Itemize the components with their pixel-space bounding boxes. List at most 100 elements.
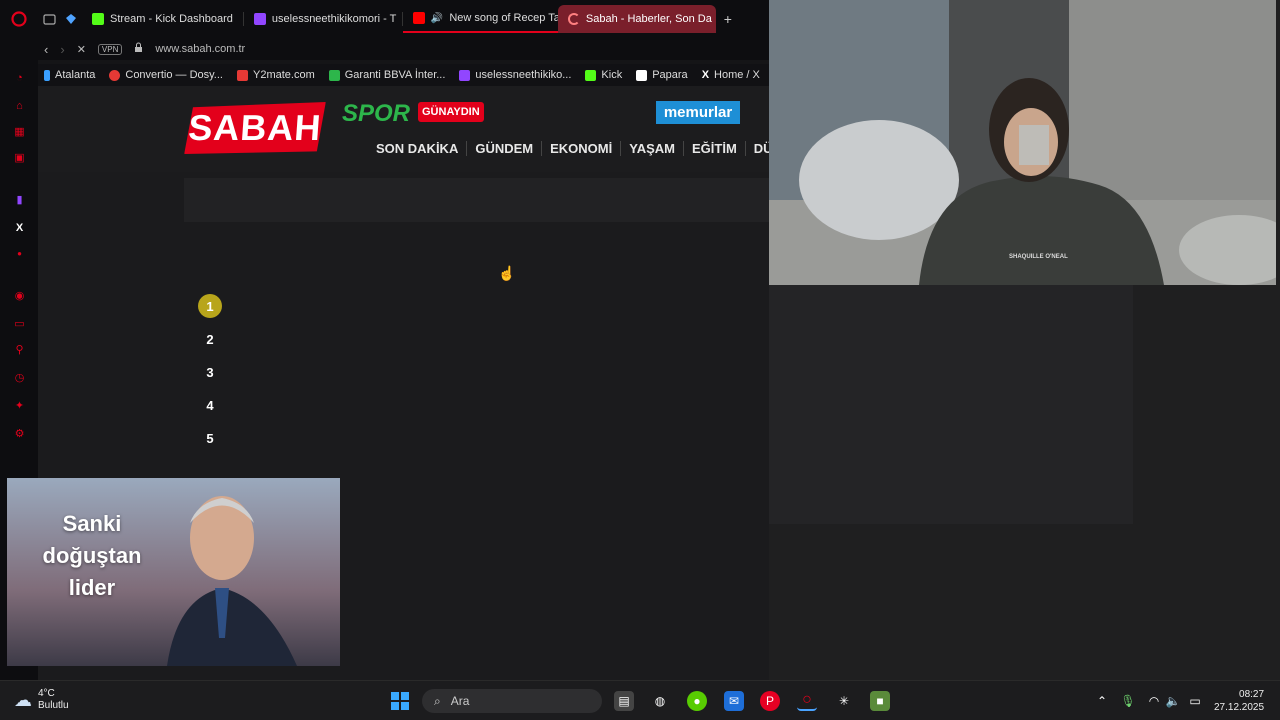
bookmark-item[interactable]: Atalanta [44,69,95,81]
url-field[interactable]: www.sabah.com.tr [155,43,245,55]
promo-text: Sanki doğuştan lider [42,511,142,600]
bookmark-item[interactable]: Papara [636,69,688,81]
opera-logo-icon[interactable] [0,9,38,29]
workspaces-icon[interactable] [38,13,60,25]
pinterest-icon[interactable]: P [760,691,780,711]
list-number[interactable]: 1 [198,294,222,318]
tab-label: Sabah - Haberler, Son Da [585,13,712,25]
pin-icon[interactable]: ⚲ [12,342,27,357]
atalanta-icon [44,69,50,81]
x-icon[interactable]: X [12,220,27,235]
battery-icon[interactable]: ▭ [1185,691,1205,711]
tray-chevron-up-icon[interactable]: ⌃ [1092,691,1112,711]
y2mate-icon [236,69,248,81]
back-icon[interactable]: ‹ [44,42,48,57]
aria-icon[interactable]: ◔ [12,70,27,85]
clock-time: 08:27 [1239,689,1265,700]
promo-overlay: Sanki doğuştan lider [7,478,340,666]
bookmark-label: uselessneethikiko... [475,69,572,81]
list-number[interactable]: 5 [198,426,222,450]
forward-icon[interactable]: › [60,42,64,57]
convertio-icon [109,69,121,81]
nav-gundem[interactable]: GÜNDEM [467,141,543,156]
tab-sabah[interactable]: Sabah - Haberler, Son Da [557,5,716,33]
wallet-icon[interactable]: ▦ [12,124,27,139]
list-number[interactable]: 2 [198,327,222,351]
bookmark-item[interactable]: Y2mate.com [236,69,315,81]
minecraft-icon[interactable]: ■ [870,691,890,711]
speaker-icon[interactable]: 🔊 [431,13,443,24]
steam-icon[interactable]: ◍ [650,691,670,711]
memurlar-logo[interactable]: memurlar [656,101,740,124]
windows-start-icon[interactable] [390,691,410,711]
weather-desc: Bulutlu [38,700,69,711]
cloud-icon: ☁ [14,690,32,710]
system-clock[interactable]: 08:27 27.12.2025 [1214,688,1264,714]
vk-icon[interactable]: ● [12,246,27,261]
bookmark-label: Home / X [714,69,760,81]
nav-son-dakika[interactable]: SON DAKİKA [368,141,468,156]
wifi-icon[interactable]: ◠ [1144,691,1164,711]
bookmark-label: Kick [601,69,623,81]
weather-widget[interactable]: ☁ 4°C Bulutlu [14,688,69,712]
bookmark-label: Y2mate.com [252,69,315,81]
diamond-icon[interactable] [60,13,82,25]
bookmark-item[interactable]: Garanti BBVA İnter... [328,69,445,81]
webcam-overlay: SHAQUILLE O'NEAL [769,0,1276,285]
search-placeholder: Ara [450,694,470,708]
spor-logo[interactable]: SPOR [342,100,410,128]
settings-icon[interactable]: ⚙ [12,426,27,441]
volume-icon[interactable]: 🔈 [1163,691,1183,711]
tab-youtube[interactable]: 🔊 New song of Recep Ta [402,5,558,33]
extensions-icon[interactable]: ✦ [12,398,27,413]
twitch-icon [459,69,471,81]
bookmark-label: Convertio — Dosy... [125,69,223,81]
tab-bar: Stream - Kick Dashboard uselessneethikik… [0,0,769,38]
lock-icon[interactable] [134,42,143,56]
papara-icon [636,69,648,81]
shirt-text: SHAQUILLE O'NEAL [1009,254,1068,260]
player-icon[interactable]: ▣ [12,150,27,165]
x-icon: X [701,69,710,81]
microphone-icon[interactable]: 🎙 [1118,691,1138,711]
nav-yasam[interactable]: YAŞAM [621,141,685,156]
tab-twitch[interactable]: uselessneethikikomori - T [244,5,402,33]
bookmark-item[interactable]: X Home / X [702,69,760,81]
list-number[interactable]: 3 [198,360,222,384]
opera-gx-icon[interactable]: ○ [797,691,817,711]
nav-ekonomi[interactable]: EKONOMİ [542,141,622,156]
tab-label: uselessneethikikomori - T [271,13,397,25]
list-number[interactable]: 4 [198,393,222,417]
tab-label: Stream - Kick Dashboard [110,13,233,25]
task-view-icon[interactable]: ▤ [614,691,634,711]
main-nav: SON DAKİKA GÜNDEM EKONOMİ YAŞAM EĞİTİM D… [368,141,781,156]
gunaydin-logo[interactable]: GÜNAYDIN [418,102,484,122]
site-header: SABAH SPOR GÜNAYDIN memurlar SON DAKİKA … [38,86,773,172]
new-tab-button[interactable]: + [716,11,740,27]
reload-stop-icon[interactable]: ✕ [77,43,86,56]
folder-icon[interactable]: ▭ [12,316,27,331]
clock-date: 27.12.2025 [1214,702,1265,713]
tab-label: New song of Recep Ta [449,12,558,24]
windows-taskbar: ☁ 4°C Bulutlu ⌕ Ara ▤ ◍ ● ✉ P ○ ✳ ■ ⌃ 🎙 … [0,680,1280,720]
history-icon[interactable]: ◷ [12,370,27,385]
kick-icon [585,69,597,81]
numbered-list: 1 2 3 4 5 [198,294,222,459]
tab-kick-dashboard[interactable]: Stream - Kick Dashboard [82,5,243,33]
chatgpt-icon[interactable]: ✳ [834,691,854,711]
twitch-icon [253,13,266,25]
sabah-logo[interactable]: SABAH [184,102,326,154]
bookmark-item[interactable]: Kick [585,69,622,81]
taskbar-search[interactable]: ⌕ Ara [422,689,602,713]
home-icon[interactable]: ⌂ [12,98,27,113]
music-icon[interactable]: ◉ [12,288,27,303]
mail-icon[interactable]: ✉ [724,691,744,711]
duolingo-icon[interactable]: ● [687,691,707,711]
loading-spinner-icon [567,13,580,25]
bookmark-item[interactable]: Convertio — Dosy... [109,69,223,81]
twitch-icon[interactable]: ▮ [12,192,27,207]
vpn-badge[interactable]: VPN [97,43,123,55]
bookmarks-bar: Atalanta Convertio — Dosy... Y2mate.com … [38,64,769,86]
bookmark-item[interactable]: uselessneethikiko... [459,69,571,81]
nav-egitim[interactable]: EĞİTİM [684,141,746,156]
